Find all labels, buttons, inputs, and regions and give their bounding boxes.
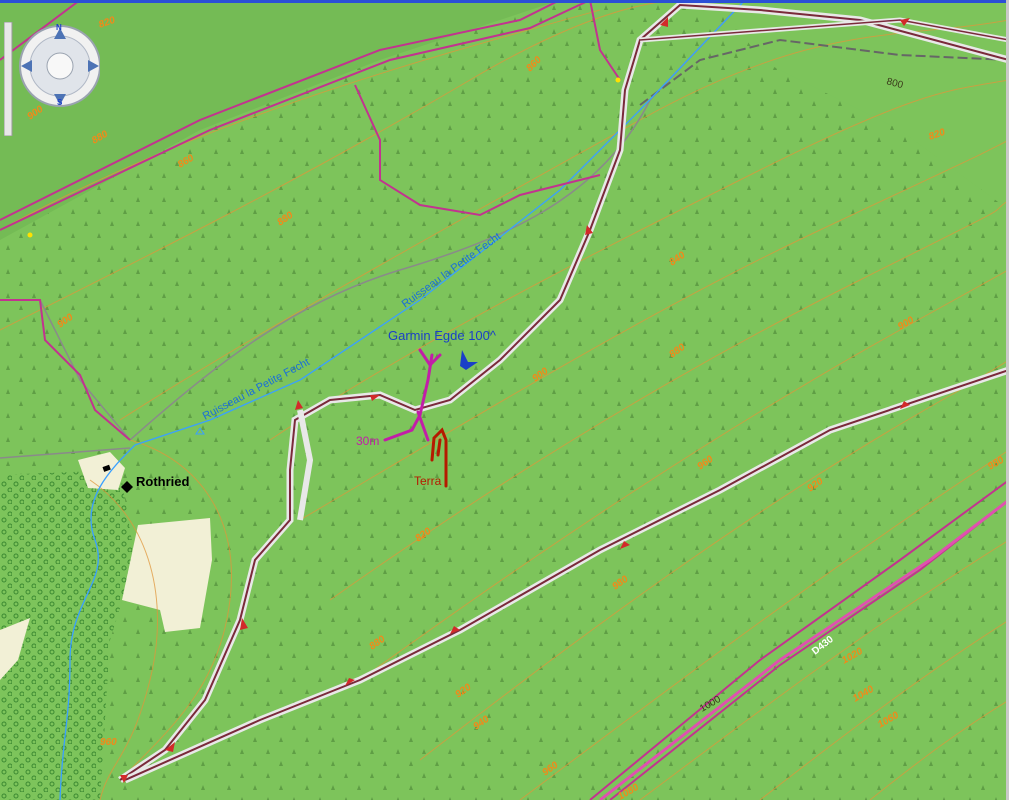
pan-right-icon[interactable]: [86, 59, 100, 73]
device-label: Garmin Egde 100^: [388, 328, 496, 343]
pan-control-graphic: [3, 21, 101, 137]
contour-label: 960: [100, 737, 117, 748]
device-name: Garmin Egde 100: [388, 328, 490, 343]
window-border: [0, 0, 1009, 3]
pan-left-icon[interactable]: [20, 59, 34, 73]
poi-dot: [615, 77, 621, 83]
north-label: N: [56, 23, 62, 32]
pan-center-icon[interactable]: [48, 54, 72, 78]
device-suffix: ^: [489, 328, 497, 343]
place-label: Rothried: [136, 474, 190, 489]
map-canvas[interactable]: 820 880 860 880 900 900 860 820 800 840 …: [0, 0, 1009, 800]
distance-label: 30m: [356, 434, 380, 448]
terrain-label: Terra: [414, 474, 442, 488]
map-base: 820 880 860 880 900 900 860 820 800 840 …: [0, 0, 1009, 800]
pan-control[interactable]: N S: [3, 21, 101, 137]
poi-dot: [27, 232, 33, 238]
south-label: S: [57, 98, 63, 107]
